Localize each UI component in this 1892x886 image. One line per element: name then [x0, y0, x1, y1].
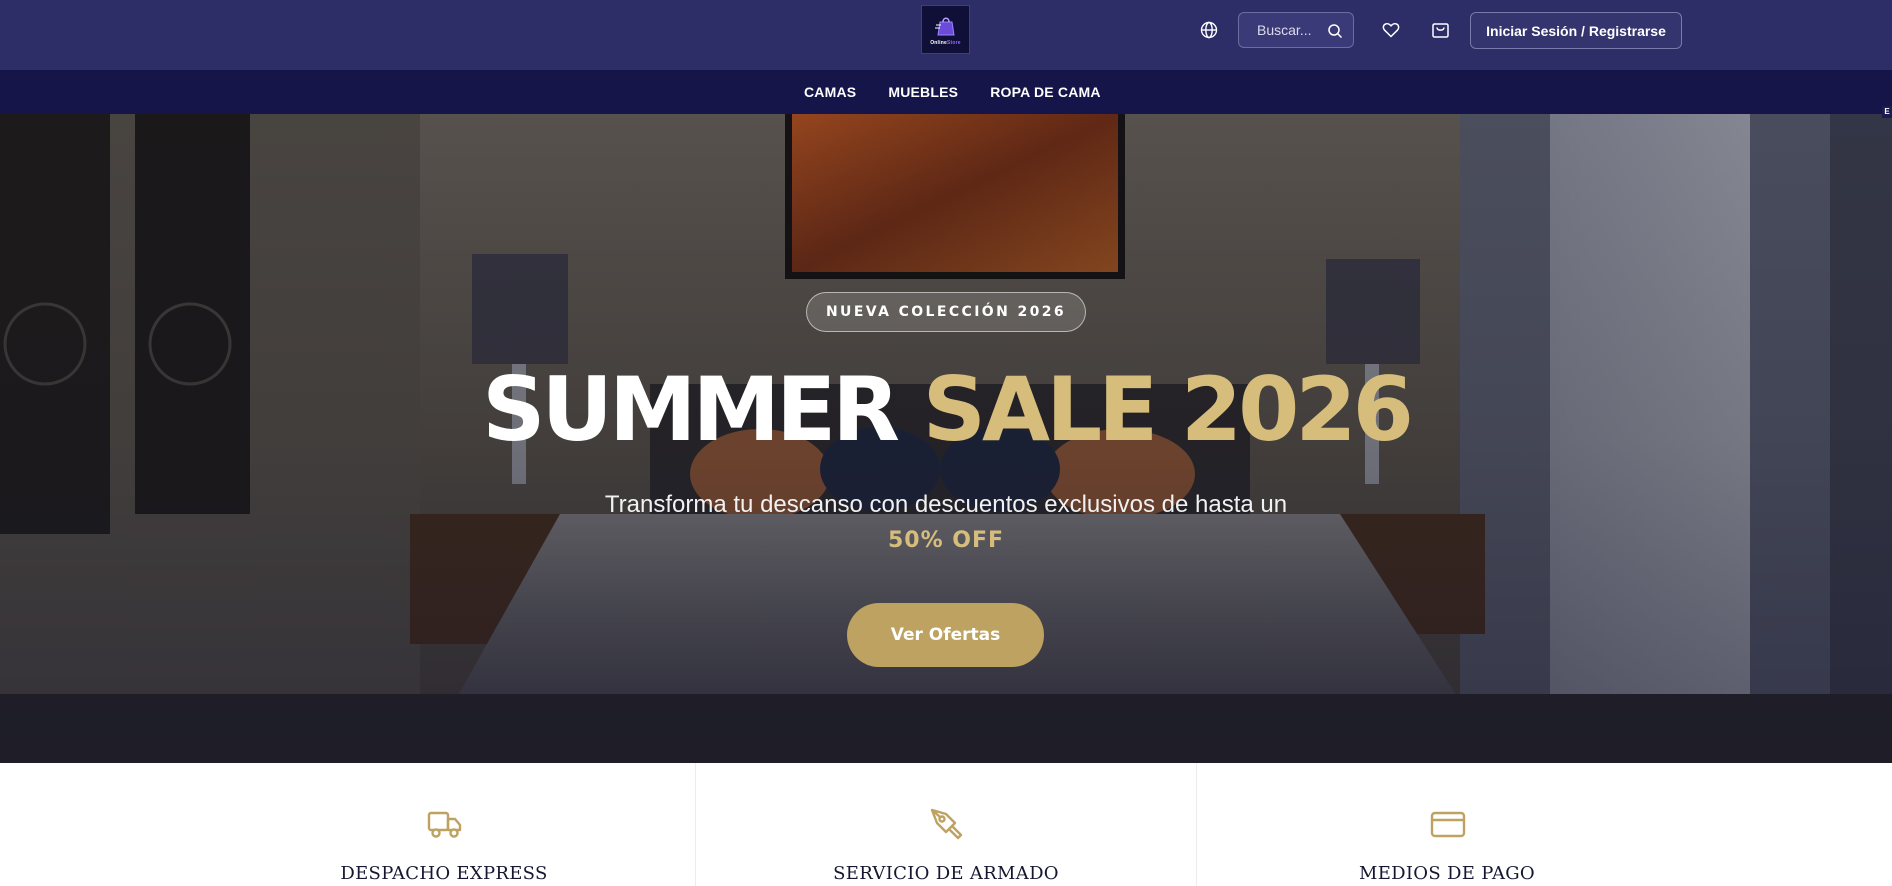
edge-tag[interactable]: E — [1882, 106, 1892, 118]
feature-title: DESPACHO EXPRESS — [340, 863, 548, 884]
feature-assembly-service: SERVICIO DE ARMADO — [695, 763, 1195, 886]
language-button[interactable] — [1199, 20, 1219, 40]
search-input[interactable] — [1257, 22, 1321, 38]
hero-subtext: Transforma tu descanso con descuentos ex… — [604, 491, 1288, 518]
shopping-bag-icon — [1432, 23, 1449, 38]
nav-item-camas[interactable]: CAMAS — [804, 84, 856, 100]
cart-button[interactable] — [1430, 19, 1451, 40]
logo-text: OnlineStore — [930, 40, 961, 46]
nav-item-muebles[interactable]: MUEBLES — [888, 84, 958, 100]
search-icon[interactable] — [1327, 23, 1343, 39]
collection-badge: NUEVA COLECCIÓN 2026 — [806, 292, 1086, 332]
truck-icon — [427, 811, 462, 838]
logo-text-a: Online — [930, 40, 947, 46]
feature-payment-methods: MEDIOS DE PAGO — [1196, 763, 1696, 886]
hero-offer: 50% OFF — [887, 528, 1005, 553]
top-header: OnlineStore Iniciar Sesión / Registrarse — [0, 0, 1892, 70]
feature-express-delivery: DESPACHO EXPRESS — [194, 763, 694, 886]
nav-item-ropa-de-cama[interactable]: ROPA DE CAMA — [990, 84, 1101, 100]
search-box[interactable] — [1238, 12, 1354, 48]
store-logo[interactable]: OnlineStore — [921, 5, 970, 54]
logo-text-b: Store — [946, 40, 961, 46]
features-section: DESPACHO EXPRESS SERVICIO DE ARMADO MEDI… — [0, 763, 1892, 886]
favorites-button[interactable] — [1381, 20, 1401, 40]
heart-icon — [1382, 22, 1400, 38]
view-offers-button[interactable]: Ver Ofertas — [847, 603, 1044, 667]
feature-title: SERVICIO DE ARMADO — [833, 863, 1059, 884]
credit-card-icon — [1430, 811, 1466, 838]
category-nav-links: CAMAS MUEBLES ROPA DE CAMA — [804, 70, 1101, 114]
globe-icon — [1200, 21, 1218, 39]
hero-headline: SUMMER SALE 2026 — [0, 360, 1892, 460]
headline-sale: SALE 2026 — [922, 358, 1414, 461]
pen-tool-icon — [930, 808, 963, 840]
shopping-bag-logo-icon — [934, 17, 955, 36]
headline-summer: SUMMER — [482, 358, 900, 461]
feature-title: MEDIOS DE PAGO — [1358, 863, 1535, 884]
login-register-button[interactable]: Iniciar Sesión / Registrarse — [1470, 12, 1682, 49]
